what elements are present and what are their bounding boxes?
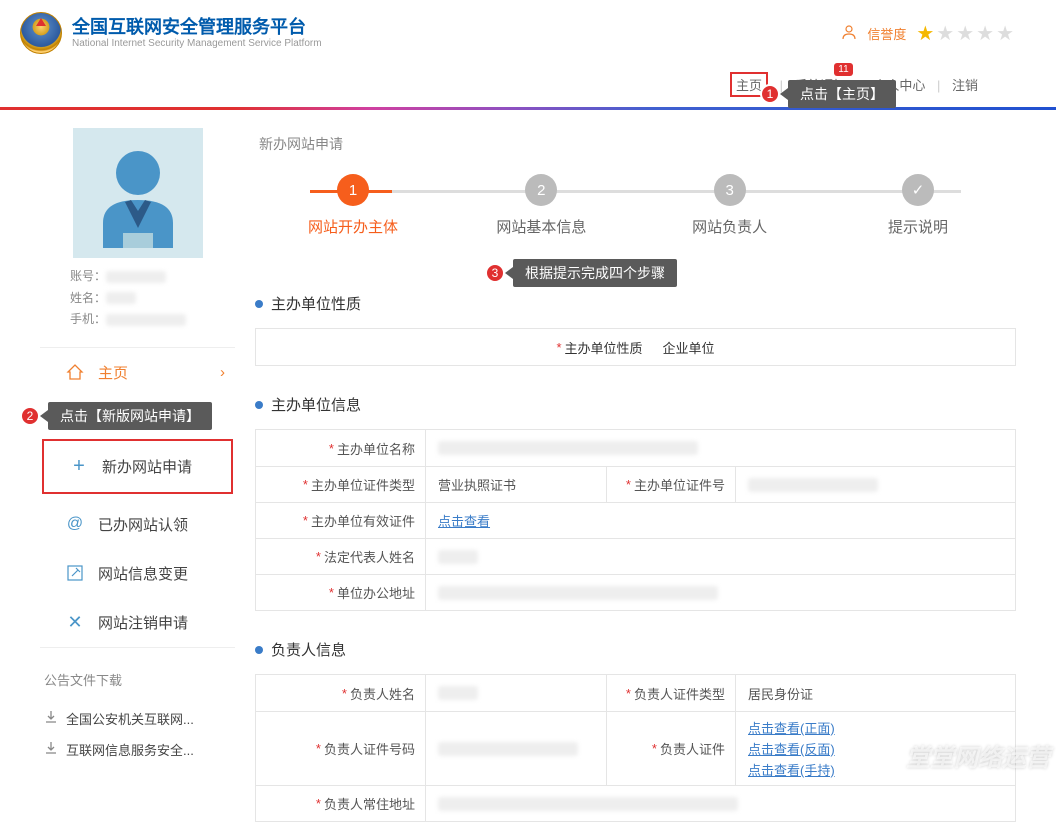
unit-name-value <box>426 430 1015 466</box>
rating-stars: ★★★★★ <box>916 21 1016 46</box>
site-logo-area: 全国互联网安全管理服务平台 National Internet Security… <box>20 12 322 54</box>
owner-name-value <box>426 675 606 711</box>
notice-badge: 11 <box>834 63 852 76</box>
download-item-2[interactable]: 互联网信息服务安全... <box>40 734 235 765</box>
user-icon <box>841 24 857 43</box>
step-3[interactable]: 3 网站负责人 <box>660 174 800 237</box>
plus-icon: + <box>70 455 88 478</box>
sidebar-cancel[interactable]: ✕ 网站注销申请 <box>40 598 235 647</box>
download-icon <box>44 741 58 758</box>
view-cert-hold-link[interactable]: 点击查看(手持) <box>748 760 835 779</box>
step-1[interactable]: 1 网站开办主体 <box>283 174 423 237</box>
annotation-text-3: 根据提示完成四个步骤 <box>513 259 677 287</box>
owner-cert-type-value: 居民身份证 <box>736 675 1015 711</box>
user-meta: 账号： 姓名： 手机： <box>40 258 235 331</box>
owner-cert-no-value <box>426 712 606 785</box>
downloads-title: 公告文件下载 <box>40 670 235 689</box>
unit-nature-value: 企业单位 <box>663 338 715 357</box>
sidebar-new-site[interactable]: + 新办网站申请 <box>42 439 233 494</box>
sidebar-home[interactable]: 主页 › <box>40 348 235 397</box>
credit-label: 信誉度 <box>867 24 906 43</box>
home-icon <box>66 363 84 381</box>
chevron-right-icon: › <box>220 364 225 381</box>
owner-address-value <box>426 786 1015 821</box>
stepper: 1 网站开办主体 2 网站基本信息 3 网站负责人 ✓ 提示说明 <box>255 170 1016 247</box>
view-cert-back-link[interactable]: 点击查看(反面) <box>748 739 835 758</box>
download-icon <box>44 710 58 727</box>
step-2[interactable]: 2 网站基本信息 <box>471 174 611 237</box>
at-icon: @ <box>66 515 84 533</box>
view-cert-link[interactable]: 点击查看 <box>438 511 490 530</box>
wechat-icon <box>866 742 900 770</box>
page-title: 新办网站申请 <box>255 128 1016 170</box>
site-subtitle: National Internet Security Management Se… <box>72 38 322 49</box>
police-badge-icon <box>20 12 62 54</box>
edit-icon <box>66 565 84 581</box>
close-icon: ✕ <box>66 612 84 633</box>
annotation-badge-2: 2 <box>20 406 40 426</box>
nav-logout[interactable]: 注销 <box>952 75 978 94</box>
sidebar-change[interactable]: 网站信息变更 <box>40 549 235 598</box>
view-cert-front-link[interactable]: 点击查看(正面) <box>748 718 835 737</box>
annotation-badge-1: 1 <box>760 84 780 104</box>
step-4[interactable]: ✓ 提示说明 <box>848 174 988 237</box>
legal-rep-value <box>426 539 1015 574</box>
office-address-value <box>426 575 1015 610</box>
user-avatar <box>73 128 203 258</box>
download-item-1[interactable]: 全国公安机关互联网... <box>40 703 235 734</box>
unit-cert-no-value <box>736 467 1015 502</box>
annotation-text-2: 点击【新版网站申请】 <box>48 402 212 430</box>
top-nav: 主页 | 系统通知 11 | 个人中心 | 注销 1 点击【主页】 <box>0 66 1056 107</box>
sidebar-claimed[interactable]: @ 已办网站认领 <box>40 500 235 549</box>
unit-nature-label: 主办单位性质 <box>565 338 643 357</box>
annotation-badge-3: 3 <box>485 263 505 283</box>
section-owner-info-title: 负责人信息 <box>255 639 1016 660</box>
site-title: 全国互联网安全管理服务平台 <box>72 17 322 39</box>
section-unit-nature-title: 主办单位性质 <box>255 293 1016 314</box>
section-unit-info-title: 主办单位信息 <box>255 394 1016 415</box>
watermark: 堂堂网络运营 <box>866 738 1050 773</box>
unit-cert-type-value: 营业执照证书 <box>426 467 606 502</box>
annotation-text-1: 点击【主页】 <box>788 80 896 108</box>
